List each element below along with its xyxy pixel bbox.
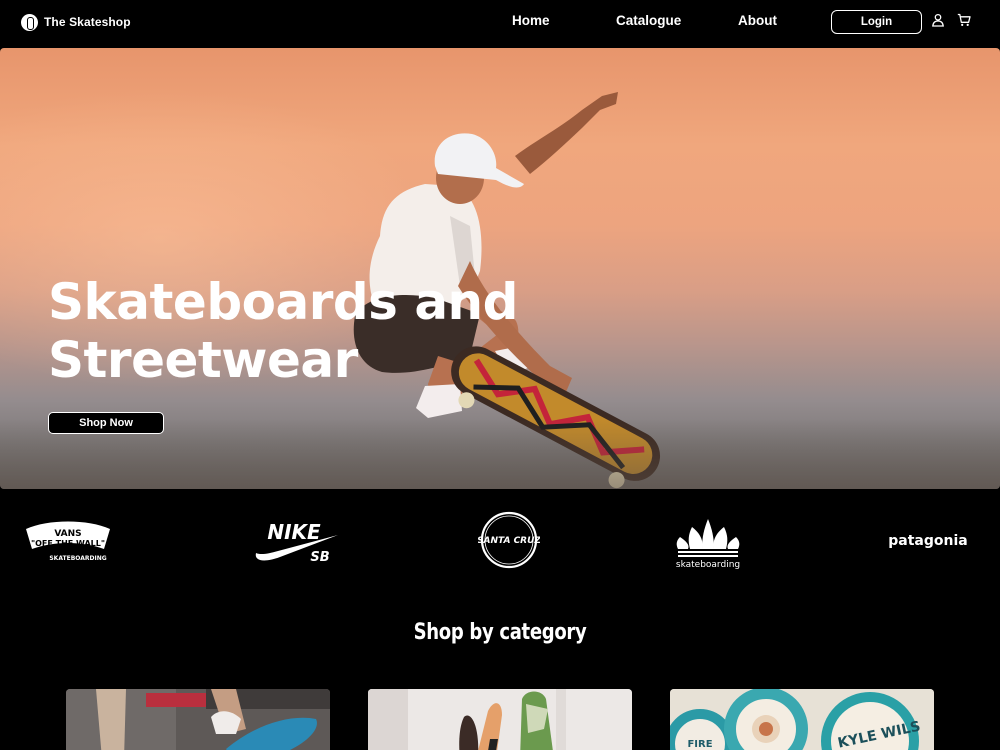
patagonia-text: patagonia: [888, 533, 967, 549]
vans-top-text: VANS: [54, 529, 81, 539]
brand-vans[interactable]: VANS "OFF THE WALL" SKATEBOARDING: [18, 500, 118, 580]
nike-sb-text: SB: [310, 550, 329, 565]
nav-link-home[interactable]: Home: [512, 13, 550, 28]
brand-adidas[interactable]: skateboarding: [672, 500, 744, 580]
brand-patagonia[interactable]: patagonia: [884, 500, 972, 580]
nav-link-catalogue[interactable]: Catalogue: [616, 13, 681, 28]
hero-title-line-1: Skateboards and: [48, 273, 518, 331]
vans-main-text: "OFF THE WALL": [31, 539, 105, 548]
adidas-sub-text: skateboarding: [676, 560, 740, 570]
cart-icon[interactable]: [957, 13, 971, 27]
category-photo-decks: [368, 689, 632, 750]
santa-cruz-text: SANTA CRUZ: [478, 536, 540, 546]
nike-text: NIKE: [267, 520, 321, 544]
category-card-skateboards[interactable]: [66, 689, 330, 750]
brand-name: The Skateshop: [44, 15, 131, 29]
category-card-wheels[interactable]: FIRE KYLE WILS: [670, 689, 934, 750]
vans-sub-text: SKATEBOARDING: [49, 555, 106, 562]
top-navbar: The Skateshop Home Catalogue About Login: [0, 0, 1000, 46]
hero-title-line-2: Streetwear: [48, 331, 358, 389]
category-card-decks[interactable]: [368, 689, 632, 750]
login-button[interactable]: Login: [831, 10, 922, 34]
wheel-text-1: FIRE: [687, 739, 712, 750]
category-photo-skateboards: [66, 689, 330, 750]
shop-now-button[interactable]: Shop Now: [48, 412, 164, 434]
user-icon[interactable]: [931, 13, 945, 27]
skateboard-logo-icon: [21, 13, 38, 31]
brand-santa-cruz[interactable]: SANTA CRUZ: [478, 500, 540, 580]
brand-nike-sb[interactable]: NIKE SB: [250, 500, 345, 580]
hero-title: Skateboards and Streetwear: [48, 273, 518, 389]
brand-home-link[interactable]: The Skateshop: [21, 12, 131, 32]
section-title-shop-by-category: Shop by category: [413, 620, 587, 645]
nav-link-about[interactable]: About: [738, 13, 777, 28]
hero-banner: Skateboards and Streetwear Shop Now: [0, 48, 1000, 489]
category-photo-wheels: FIRE KYLE WILS: [670, 689, 934, 750]
brand-logo-strip: VANS "OFF THE WALL" SKATEBOARDING NIKE S…: [0, 500, 1000, 580]
